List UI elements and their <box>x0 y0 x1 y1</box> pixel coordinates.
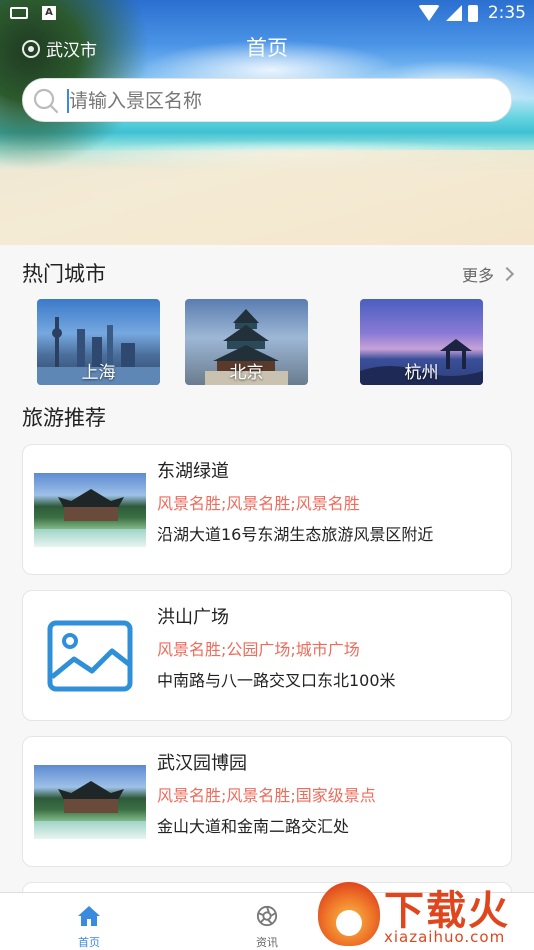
aperture-icon <box>256 905 278 927</box>
roof-shape <box>58 781 124 801</box>
beach-decoration <box>0 150 534 245</box>
keyboard-icon <box>10 7 28 19</box>
status-bar: A 2:35 <box>0 0 534 30</box>
scenic-name: 洪山广场 <box>157 607 229 628</box>
scenic-tags: 风景名胜;风景名胜;风景名胜 <box>157 494 360 513</box>
nav-home-label: 首页 <box>78 936 100 949</box>
status-time: 2:35 <box>487 3 526 23</box>
scenic-name: 武汉园博园 <box>157 753 247 774</box>
scenic-card[interactable]: 武汉园博园 风景名胜;风景名胜;国家级景点 金山大道和金南二路交汇处 <box>22 736 512 867</box>
garden-image <box>34 473 146 547</box>
image-placeholder-icon <box>47 620 133 692</box>
nav-news[interactable]: 资讯 <box>237 905 297 950</box>
scenic-address: 沿湖大道16号东湖生态旅游风景区附近 <box>157 525 434 544</box>
garden-image <box>34 765 146 839</box>
signal-icon <box>445 5 462 21</box>
more-cities-link[interactable]: 更多 <box>461 262 515 286</box>
wifi-icon <box>417 5 440 21</box>
hall-shape <box>64 507 118 521</box>
water-shape <box>34 821 146 839</box>
city-card-shanghai[interactable]: 上海 <box>37 299 160 385</box>
city-label: 上海 <box>81 363 116 383</box>
scenic-tags: 风景名胜;风景名胜;国家级景点 <box>157 786 376 805</box>
scenic-name: 东湖绿道 <box>157 461 229 482</box>
city-card-beijing[interactable]: 北京 <box>185 299 308 385</box>
scenic-card[interactable]: 东湖绿道 风景名胜;风景名胜;风景名胜 沿湖大道16号东湖生态旅游风景区附近 <box>22 444 512 575</box>
scenic-address: 金山大道和金南二路交汇处 <box>157 817 350 836</box>
flame-logo-icon <box>318 882 380 946</box>
recommend-title: 旅游推荐 <box>22 406 106 430</box>
city-card-hangzhou[interactable]: 杭州 <box>360 299 483 385</box>
scenic-card[interactable]: 洪山广场 风景名胜;公园广场;城市广场 中南路与八一路交叉口东北100米 <box>22 590 512 721</box>
scenic-thumbnail <box>34 765 146 839</box>
watermark-url: xiazaihuo.com <box>384 928 506 946</box>
hot-cities-title: 热门城市 <box>22 262 106 286</box>
page-title: 首页 <box>246 36 288 60</box>
search-bar[interactable] <box>22 78 512 122</box>
battery-icon <box>467 4 478 22</box>
more-label: 更多 <box>461 266 494 285</box>
city-label: 杭州 <box>404 363 439 383</box>
roof-shape <box>58 489 124 509</box>
scenic-thumbnail <box>34 473 146 547</box>
city-label: 北京 <box>229 363 264 383</box>
search-icon <box>33 88 59 114</box>
accessibility-a-icon: A <box>42 6 56 20</box>
chevron-right-icon <box>499 266 515 282</box>
nav-news-label: 资讯 <box>256 936 278 949</box>
home-icon <box>78 906 100 926</box>
nav-home[interactable]: 首页 <box>59 905 119 950</box>
search-input[interactable] <box>69 87 489 115</box>
top-header: 武汉市 首页 <box>0 30 534 72</box>
watermark: 下载火 xiazaihuo.com <box>318 878 534 950</box>
logo-inner <box>336 910 362 936</box>
scenic-address: 中南路与八一路交叉口东北100米 <box>157 671 396 690</box>
hall-shape <box>64 799 118 813</box>
water-shape <box>34 529 146 547</box>
scenic-tags: 风景名胜;公园广场;城市广场 <box>157 640 360 659</box>
